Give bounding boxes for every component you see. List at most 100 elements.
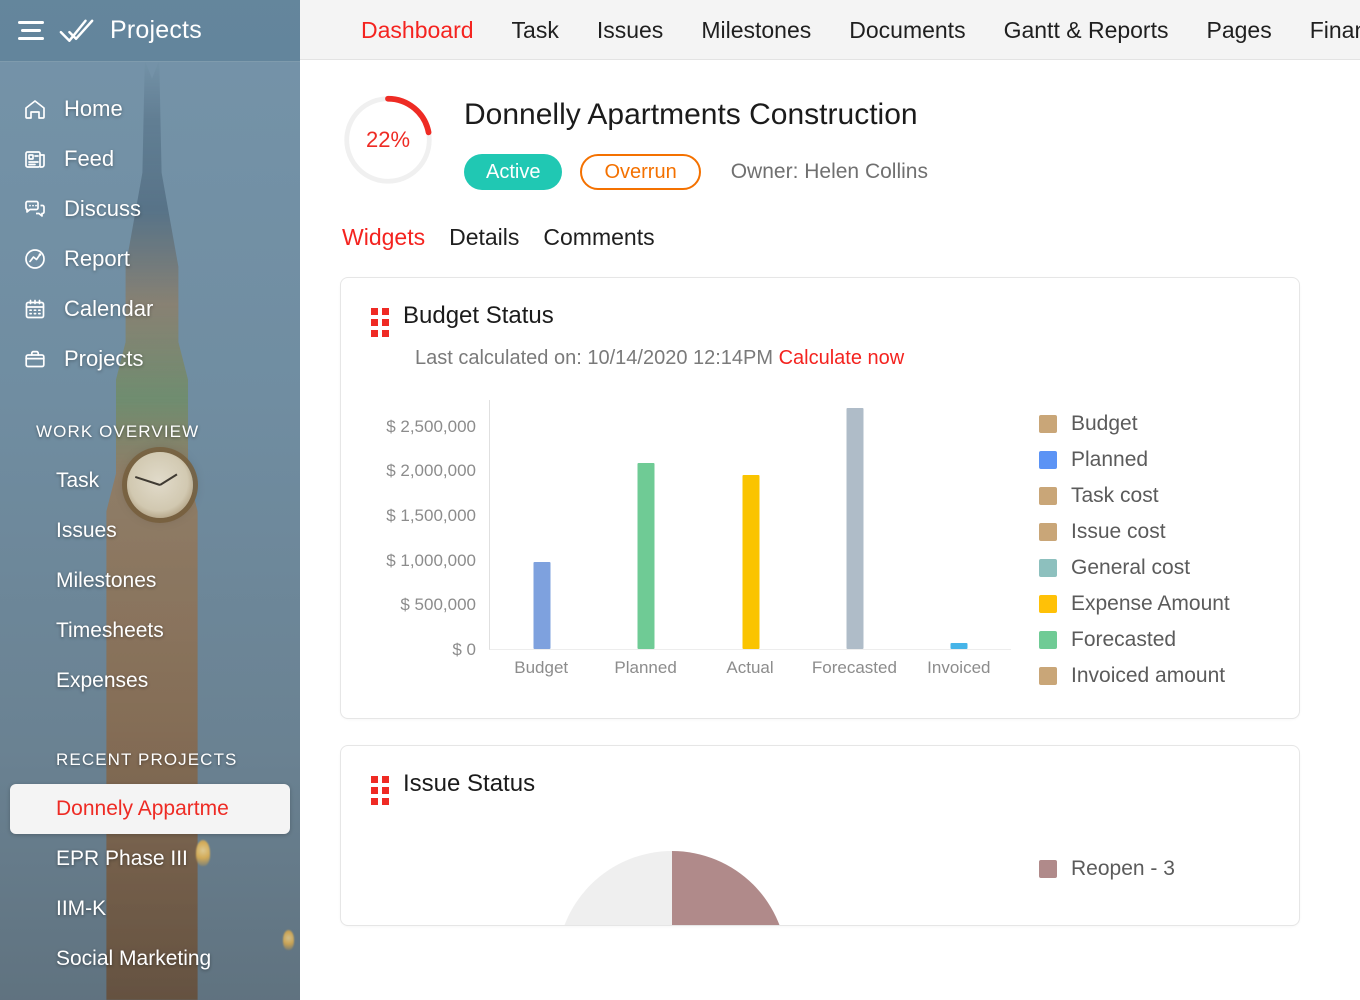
chart-y-axis-labels: $ 0 $ 500,000 $ 1,000,000 $ 1,500,000 $ 2,00… bbox=[361, 400, 476, 659]
home-icon bbox=[22, 96, 48, 122]
status-badge[interactable]: Active bbox=[464, 154, 563, 190]
sidebar-item-issues[interactable]: Issues bbox=[0, 506, 300, 556]
legend-item[interactable]: Planned bbox=[1039, 442, 1279, 478]
sidebar-item-label: Projects bbox=[64, 346, 144, 371]
project-header: 22% Donnelly Apartments Construction Act… bbox=[340, 88, 1300, 190]
top-navigation-tabs: Dashboard Task Issues Milestones Documen… bbox=[300, 0, 1360, 60]
subtab-details[interactable]: Details bbox=[449, 224, 519, 251]
issue-chart-row: Reopen - 3 bbox=[341, 805, 1299, 925]
legend-label: Expense Amount bbox=[1071, 592, 1230, 615]
legend-label: Forecasted bbox=[1071, 628, 1177, 651]
chart-bar[interactable] bbox=[846, 407, 864, 649]
legend-item[interactable]: Task cost bbox=[1039, 478, 1279, 514]
legend-item[interactable]: Expense Amount bbox=[1039, 586, 1279, 622]
sidebar-item-expenses[interactable]: Expenses bbox=[0, 656, 300, 706]
chart-bar[interactable] bbox=[533, 561, 551, 649]
double-check-logo-icon bbox=[58, 16, 96, 46]
calendar-icon bbox=[22, 296, 48, 322]
x-tick-label: Budget bbox=[514, 658, 569, 677]
widget-title: Budget Status bbox=[403, 302, 554, 329]
issue-pie-chart bbox=[361, 851, 1021, 925]
project-subtabs: Widgets Details Comments bbox=[342, 224, 1300, 251]
chart-bar[interactable] bbox=[742, 474, 759, 649]
x-tick-label: Invoiced bbox=[927, 658, 991, 677]
tab-milestones[interactable]: Milestones bbox=[682, 0, 830, 59]
y-tick-label: $ 500,000 bbox=[400, 595, 476, 615]
chart-bar[interactable] bbox=[950, 642, 968, 649]
subtab-comments[interactable]: Comments bbox=[543, 224, 654, 251]
tab-dashboard[interactable]: Dashboard bbox=[342, 0, 493, 59]
sidebar-navigation: Home Feed Discuss Report Calendar Projec… bbox=[0, 62, 300, 984]
legend-item[interactable]: Budget bbox=[1039, 406, 1279, 442]
sidebar-item-epr-phase-iii[interactable]: EPR Phase III bbox=[0, 834, 300, 884]
sidebar-header: Projects bbox=[0, 0, 300, 62]
sidebar-item-home[interactable]: Home bbox=[0, 84, 300, 134]
sidebar-item-task[interactable]: Task bbox=[0, 456, 300, 506]
chart-bar[interactable] bbox=[637, 463, 655, 649]
sidebar-item-discuss[interactable]: Discuss bbox=[0, 184, 300, 234]
last-calculated-timestamp: 10/14/2020 12:14PM bbox=[587, 347, 774, 369]
sidebar-item-calendar[interactable]: Calendar bbox=[0, 284, 300, 334]
hamburger-icon[interactable] bbox=[18, 21, 44, 40]
sidebar-item-report[interactable]: Report bbox=[0, 234, 300, 284]
sidebar-item-projects[interactable]: Projects bbox=[0, 334, 300, 384]
sidebar-item-label: Timesheets bbox=[56, 619, 164, 642]
pie-slices bbox=[557, 851, 787, 925]
subtab-widgets[interactable]: Widgets bbox=[342, 224, 425, 251]
legend-item[interactable]: Invoiced amount bbox=[1039, 658, 1279, 694]
tab-finance[interactable]: Financ bbox=[1291, 0, 1360, 59]
drag-handle-icon[interactable] bbox=[371, 308, 389, 337]
briefcase-icon bbox=[22, 346, 48, 372]
calculate-now-link[interactable]: Calculate now bbox=[779, 347, 905, 369]
drag-handle-icon[interactable] bbox=[371, 776, 389, 805]
bar-slot bbox=[907, 400, 1011, 649]
pie-legend: Reopen - 3 bbox=[1021, 851, 1279, 925]
issue-widget-header: Issue Status bbox=[341, 746, 1299, 805]
legend-item[interactable]: Reopen - 3 bbox=[1039, 851, 1279, 887]
tab-gantt-reports[interactable]: Gantt & Reports bbox=[985, 0, 1188, 59]
sidebar-item-donnely-appartme[interactable]: Donnely Appartme bbox=[10, 784, 290, 834]
legend-item[interactable]: Forecasted bbox=[1039, 622, 1279, 658]
sidebar-item-label: Social Marketing bbox=[56, 947, 212, 970]
sidebar-item-feed[interactable]: Feed bbox=[0, 134, 300, 184]
feed-icon bbox=[22, 146, 48, 172]
sidebar-item-timesheets[interactable]: Timesheets bbox=[0, 606, 300, 656]
tab-documents[interactable]: Documents bbox=[830, 0, 984, 59]
last-calculated-prefix: Last calculated on: bbox=[415, 347, 582, 369]
chart-legend: Budget Planned Task cost Issue cost General … bbox=[1021, 400, 1279, 700]
chart-bars bbox=[490, 400, 1011, 649]
legend-label: Task cost bbox=[1071, 484, 1159, 507]
budget-chart-row: $ 0 $ 500,000 $ 1,000,000 $ 1,500,000 $ 2,00… bbox=[341, 370, 1299, 718]
legend-swatch bbox=[1039, 523, 1057, 541]
sidebar-item-label: IIM-K bbox=[56, 897, 107, 920]
overrun-badge[interactable]: Overrun bbox=[580, 154, 701, 190]
progress-percent-label: 22% bbox=[365, 127, 411, 152]
legend-item[interactable]: Issue cost bbox=[1039, 514, 1279, 550]
sidebar-item-milestones[interactable]: Milestones bbox=[0, 556, 300, 606]
legend-item[interactable]: General cost bbox=[1039, 550, 1279, 586]
x-tick-label: Forecasted bbox=[811, 658, 897, 677]
tab-pages[interactable]: Pages bbox=[1188, 0, 1291, 59]
legend-label: Budget bbox=[1071, 412, 1138, 435]
sidebar-section-recent-projects: RECENT PROJECTS bbox=[0, 736, 300, 784]
legend-swatch bbox=[1039, 451, 1057, 469]
budget-widget-header: Budget Status bbox=[341, 278, 1299, 337]
sidebar-item-social-marketing[interactable]: Social Marketing bbox=[0, 934, 300, 984]
sidebar-section-work-overview[interactable]: WORK OVERVIEW bbox=[0, 408, 300, 459]
budget-last-calculated: Last calculated on: 10/14/2020 12:14PM C… bbox=[415, 347, 1299, 370]
page-title: Donnelly Apartments Construction bbox=[464, 98, 918, 131]
tab-issues[interactable]: Issues bbox=[578, 0, 682, 59]
sidebar-item-label: Expenses bbox=[56, 669, 149, 692]
legend-label: General cost bbox=[1071, 556, 1191, 579]
legend-swatch bbox=[1039, 487, 1057, 505]
sidebar-section-label: RECENT PROJECTS bbox=[56, 750, 238, 769]
y-tick-label: $ 2,500,000 bbox=[386, 416, 476, 436]
main-content: Dashboard Task Issues Milestones Documen… bbox=[300, 0, 1360, 1000]
issue-status-widget: Issue Status Reopen - 3 bbox=[340, 745, 1300, 926]
sidebar-item-iim-k[interactable]: IIM-K bbox=[0, 884, 300, 934]
tab-task[interactable]: Task bbox=[493, 0, 578, 59]
legend-swatch bbox=[1039, 595, 1057, 613]
brand-title: Projects bbox=[110, 16, 202, 44]
project-badges: Active Overrun Owner: Helen Collins bbox=[464, 154, 928, 190]
legend-swatch bbox=[1039, 415, 1057, 433]
